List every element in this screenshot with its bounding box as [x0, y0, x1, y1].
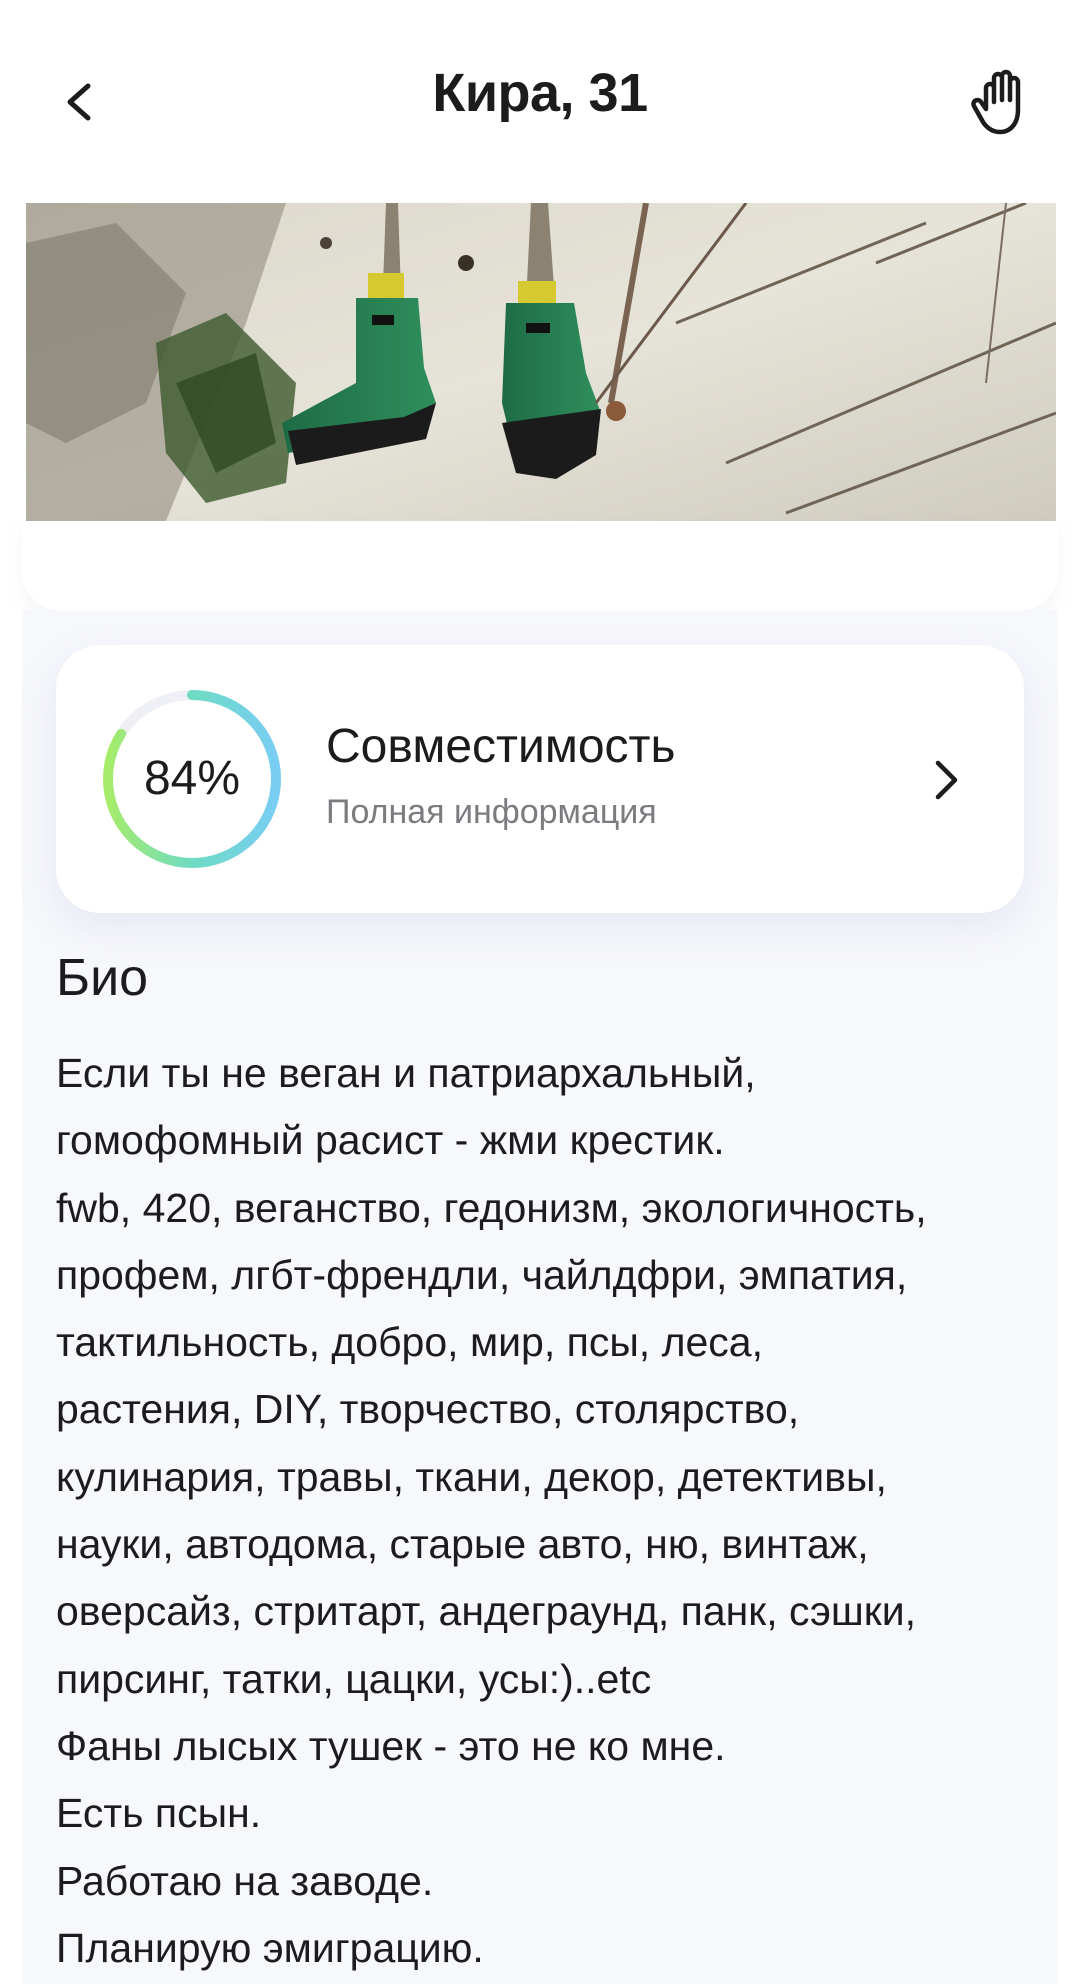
bio-line: Есть псын. — [56, 1790, 262, 1837]
photo-card-footer — [22, 521, 1058, 611]
bio-line: Работаю на заводе. — [56, 1857, 434, 1904]
bio-line: Фаны лысых тушек - это не ко мне. — [56, 1722, 726, 1769]
bio-line: гомофомный расист - жми крестик. — [56, 1117, 725, 1164]
bio-line: fwb, 420, веганство, гедонизм, экологичн… — [56, 1184, 927, 1231]
compatibility-subtitle: Полная информация — [326, 793, 657, 831]
bio-line: растения, DIY, творчество, столярство, — [56, 1386, 800, 1433]
bio-heading: Био — [56, 949, 149, 1007]
chevron-right-icon — [935, 760, 958, 800]
hand-wave-icon — [971, 69, 1021, 135]
wave-button[interactable] — [968, 66, 1034, 136]
compatibility-title: Совместимость — [326, 720, 676, 773]
bio-line: оверсайз, стритарт, андеграунд, панк, сэ… — [56, 1588, 917, 1635]
bio-line: тактильность, добро, мир, псы, леса, — [56, 1319, 763, 1366]
photo-image — [26, 203, 1056, 521]
page-title: Кира, 31 — [432, 63, 648, 123]
bio-text: Если ты не веган и патриархальный, гомофо… — [56, 1040, 1036, 1982]
bio-line: Если ты не веган и патриархальный, — [56, 1050, 756, 1096]
compatibility-percent: 84% — [143, 752, 241, 805]
bio-line: науки, автодома, старые авто, ню, винтаж… — [56, 1521, 869, 1568]
bio-line: профем, лгбт-френдли, чайлдфри, эмпатия, — [56, 1251, 908, 1298]
compatibility-card[interactable]: 84% Совместимость Полная информация — [56, 645, 1024, 913]
profile-photo[interactable] — [26, 203, 1056, 521]
bio-line: кулинария, травы, ткани, декор, детектив… — [56, 1453, 887, 1500]
header: Кира, 31 — [0, 0, 1080, 200]
bio-line: Планирую эмиграцию. — [56, 1924, 484, 1971]
bio-line: пирсинг, татки, цацки, усы:)..etc — [56, 1655, 652, 1702]
